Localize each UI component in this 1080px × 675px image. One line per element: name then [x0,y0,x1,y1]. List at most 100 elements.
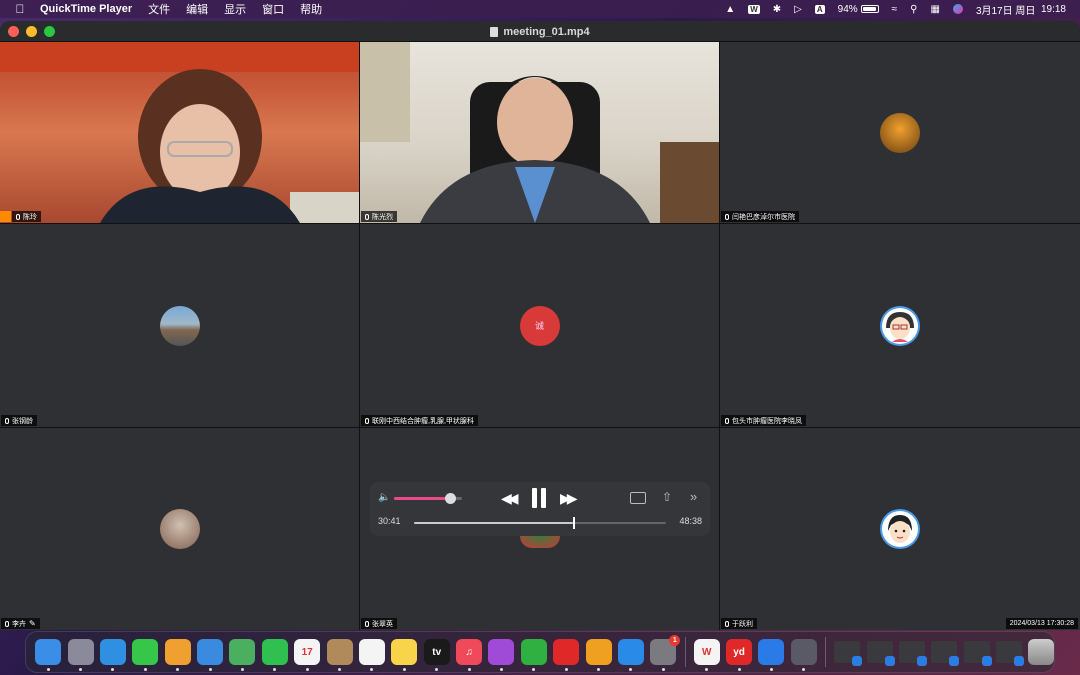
menu-view[interactable]: 显示 [224,1,246,17]
dock: 17 tv ♫ 1 Wyd [25,631,1055,673]
tencent-meeting-icon[interactable] [758,639,785,671]
meet-icon[interactable]: ▲ [725,4,735,15]
clock[interactable]: 3月17日 周日 19:18 [976,2,1066,17]
netease-music-icon[interactable] [553,639,580,671]
running-indicator [111,668,115,671]
minimize-button[interactable] [26,25,37,37]
play-circle-icon[interactable]: ▷ [794,4,802,15]
volume-fill [394,497,450,500]
youdao-icon[interactable]: yd [726,639,753,671]
running-indicator [802,668,806,671]
participant-tile-1: 陈玲 [0,42,359,223]
participant-tile-2: 陈光烈 [360,42,719,223]
name-tag: 包头市肿瘤医院李晓凤 [721,415,806,426]
wps-icon[interactable]: W [748,4,760,14]
system-settings-icon[interactable]: 1 [650,635,681,671]
bluetooth-icon[interactable]: ✱ [773,4,781,15]
minimized-window-thumbnail[interactable] [963,641,992,666]
wps-icon[interactable]: W [693,639,720,671]
name-tag: 于跃利 [721,618,757,629]
menu-edit[interactable]: 编辑 [186,1,208,17]
running-indicator [532,668,536,671]
messages-icon[interactable] [132,639,159,671]
apple-icon[interactable]:  [14,2,26,16]
trash-icon[interactable] [1028,639,1055,665]
battery-percent: 94% [837,3,858,15]
menu-file[interactable]: 文件 [148,1,170,17]
apple-tv-label: tv [432,646,442,658]
running-indicator [208,668,212,671]
fast-forward-button[interactable]: ▶▶ [560,490,577,507]
search-icon[interactable]: ⚲ [910,4,917,15]
minimized-window-thumbnail[interactable] [931,641,960,666]
safari-icon[interactable] [99,639,126,671]
mail-icon[interactable] [197,639,224,671]
calendar-icon[interactable]: 17 [294,639,321,671]
dock-separator [684,637,686,667]
app-menu[interactable]: QuickTime Player [40,3,132,15]
running-indicator [402,668,406,671]
control-center-icon[interactable]: ▦ [930,4,939,15]
running-indicator [705,668,709,671]
notes-icon[interactable] [391,639,418,671]
playhead[interactable] [573,517,575,529]
participant-avatar [880,112,920,153]
running-indicator [79,668,83,671]
music-label: ♫ [465,646,473,658]
close-button[interactable] [8,25,19,37]
participant-name: 李卉 [12,620,26,628]
quicktime-window: meeting_01.mp4 陈玲 陈光烈 闫艳巴彦淖尔市医院 张钢龄 诚 联刚… [0,21,1080,630]
participant-tile-6: 包头市肿瘤医院李晓凤 [720,224,1080,427]
music-icon[interactable]: ♫ [456,639,483,671]
participant-video [0,42,359,223]
mic-icon [16,213,20,220]
photos-icon[interactable] [164,639,191,671]
podcasts-icon[interactable] [488,639,515,671]
fullscreen-button[interactable] [44,25,55,37]
volume-knob[interactable] [444,493,456,504]
minimized-window-thumbnail[interactable] [866,641,895,666]
pages-icon[interactable] [585,639,612,671]
facetime-icon[interactable] [261,639,288,671]
battery-status[interactable]: 94% [838,4,879,15]
progress-fill [414,522,573,524]
participant-avatar [880,305,920,346]
pause-bar-left [532,488,537,508]
progress-bar[interactable] [414,517,666,529]
siri-icon[interactable] [952,4,963,14]
pause-button[interactable] [531,488,547,508]
minimized-window-thumbnail[interactable] [996,641,1025,666]
video-frame-woman [0,42,359,223]
video-grid: 陈玲 陈光烈 闫艳巴彦淖尔市医院 张钢龄 诚 联刚中西结合肿瘤,乳腺,甲状腺科 … [0,42,1080,630]
wifi-icon[interactable]: ≈ [892,4,898,15]
mic-muted-icon [5,417,9,424]
minimized-window-thumbnail[interactable] [898,641,927,666]
volume-icon[interactable]: 🔈 [378,492,390,503]
finder-icon[interactable] [35,639,62,671]
participant-tile-5: 诚 联刚中西结合肿瘤,乳腺,甲状腺科 [360,224,719,427]
controls-top-row: 🔈 ◀◀ ▶▶ ⇧ » [370,488,710,508]
share-button[interactable]: ⇧ [662,490,672,504]
app-badge-icon [981,656,992,666]
menu-help[interactable]: 帮助 [300,1,322,17]
volume-slider[interactable] [394,493,462,504]
title-bar[interactable]: meeting_01.mp4 [0,21,1080,42]
contacts-icon[interactable] [326,639,353,671]
picture-in-picture-button[interactable] [630,492,646,504]
font-a-icon[interactable]: A [814,4,825,14]
numbers-icon[interactable] [520,639,547,671]
launchpad-icon[interactable] [67,639,94,671]
apple-tv-icon[interactable]: tv [423,639,450,671]
more-button[interactable]: » [690,489,697,504]
rewind-button[interactable]: ◀◀ [501,490,518,507]
maps-icon[interactable] [229,639,256,671]
running-indicator [273,668,277,671]
app-store-icon[interactable] [617,639,644,671]
minimized-window-thumbnail[interactable] [834,641,863,666]
menu-window[interactable]: 窗口 [262,1,284,17]
participant-tile-9: 于跃利 2024/03/13 17:30:28 [720,428,1080,630]
current-time: 30:41 [378,516,401,526]
reminders-icon[interactable] [358,639,385,671]
quicktime-icon[interactable] [790,639,817,671]
name-tag: 联刚中西结合肿瘤,乳腺,甲状腺科 [361,415,478,426]
